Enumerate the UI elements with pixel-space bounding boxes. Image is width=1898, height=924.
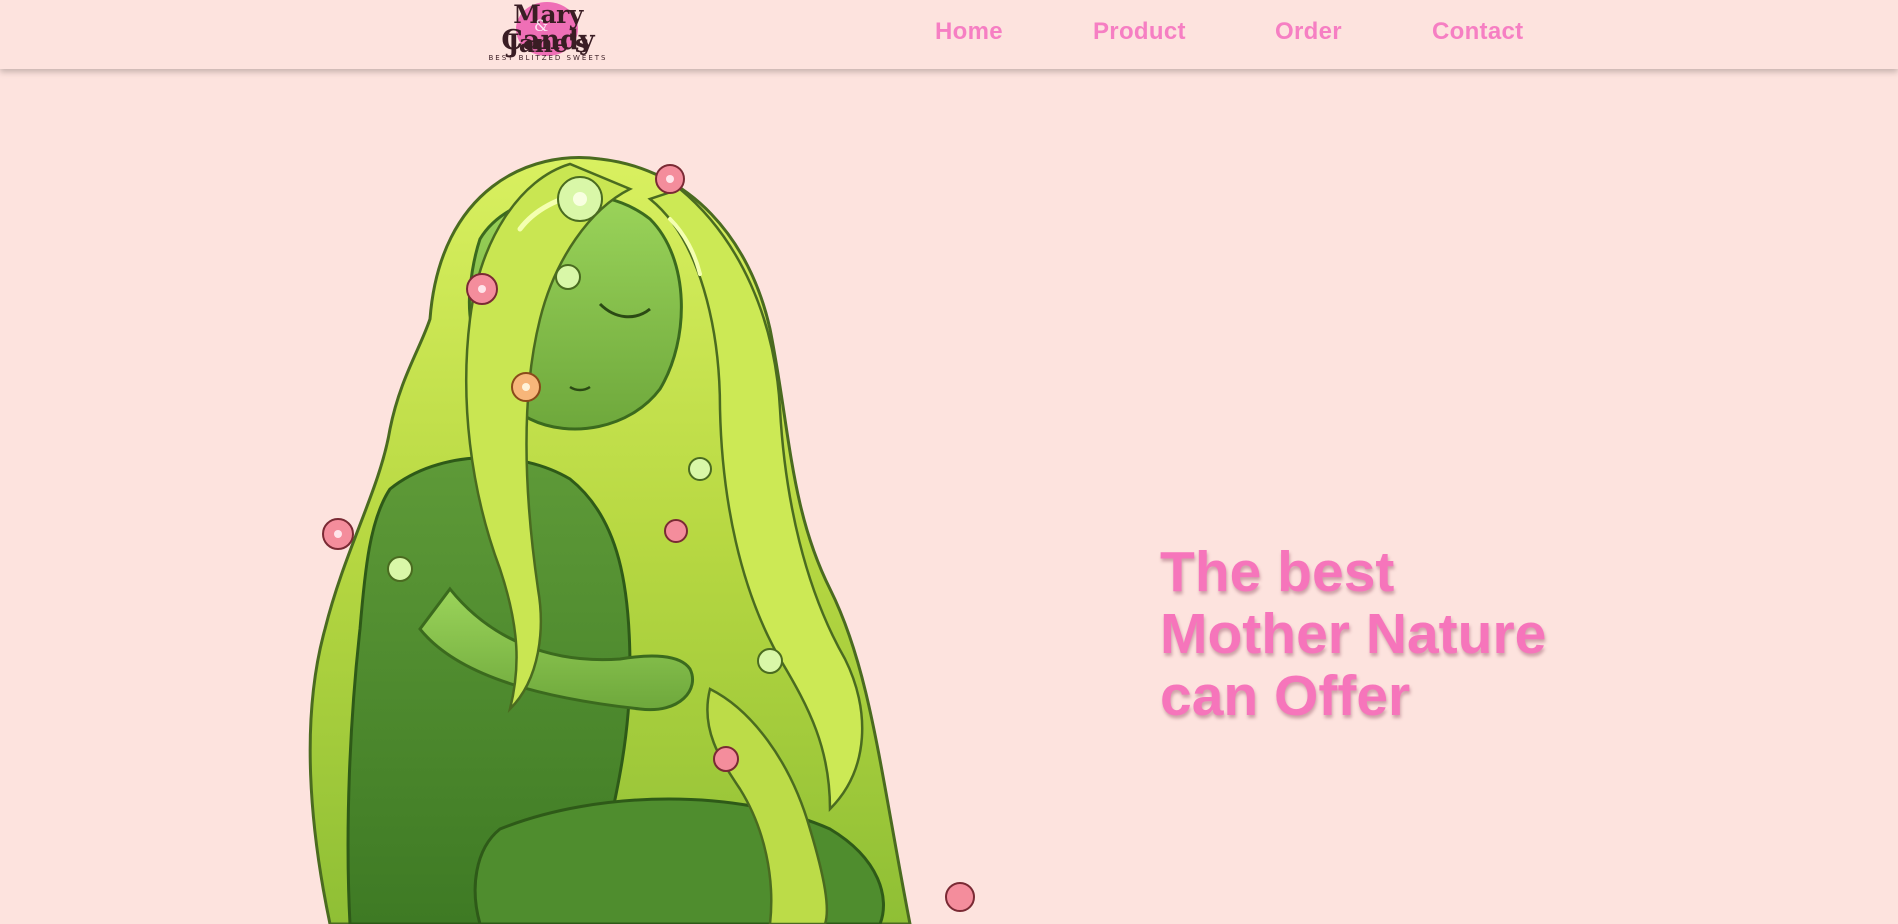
brand-logo[interactable]: Mary Jane's & Candy BEST BLITZED SWEETS <box>478 0 618 66</box>
flower-icon <box>511 372 541 402</box>
headline-line-3: can Offer <box>1160 664 1411 728</box>
nav-home-link[interactable]: Home <box>935 18 1003 46</box>
flower-icon <box>322 518 354 550</box>
flower-icon <box>387 556 413 582</box>
headline-line-2: Mother Nature <box>1160 602 1547 666</box>
nav-product-link[interactable]: Product <box>1093 18 1186 46</box>
site-header: Mary Jane's & Candy BEST BLITZED SWEETS … <box>0 0 1898 69</box>
flower-icon <box>655 164 685 194</box>
flower-icon <box>555 264 581 290</box>
logo-text-line2: Candy <box>501 25 595 56</box>
flower-icon <box>466 273 498 305</box>
flower-icon <box>664 519 688 543</box>
flower-icon <box>945 882 975 912</box>
flower-icon <box>557 176 603 222</box>
flower-icon <box>757 648 783 674</box>
logo-tagline: BEST BLITZED SWEETS <box>488 54 608 62</box>
nav-contact-link[interactable]: Contact <box>1432 18 1523 46</box>
headline-line-1: The best <box>1160 540 1395 604</box>
green-girl-with-flowers-illustration <box>308 156 975 924</box>
flower-icon <box>713 746 739 772</box>
nav-order-link[interactable]: Order <box>1275 18 1342 46</box>
hero-headline: The best Mother Nature can Offer <box>1160 541 1760 727</box>
flower-icon <box>688 457 712 481</box>
